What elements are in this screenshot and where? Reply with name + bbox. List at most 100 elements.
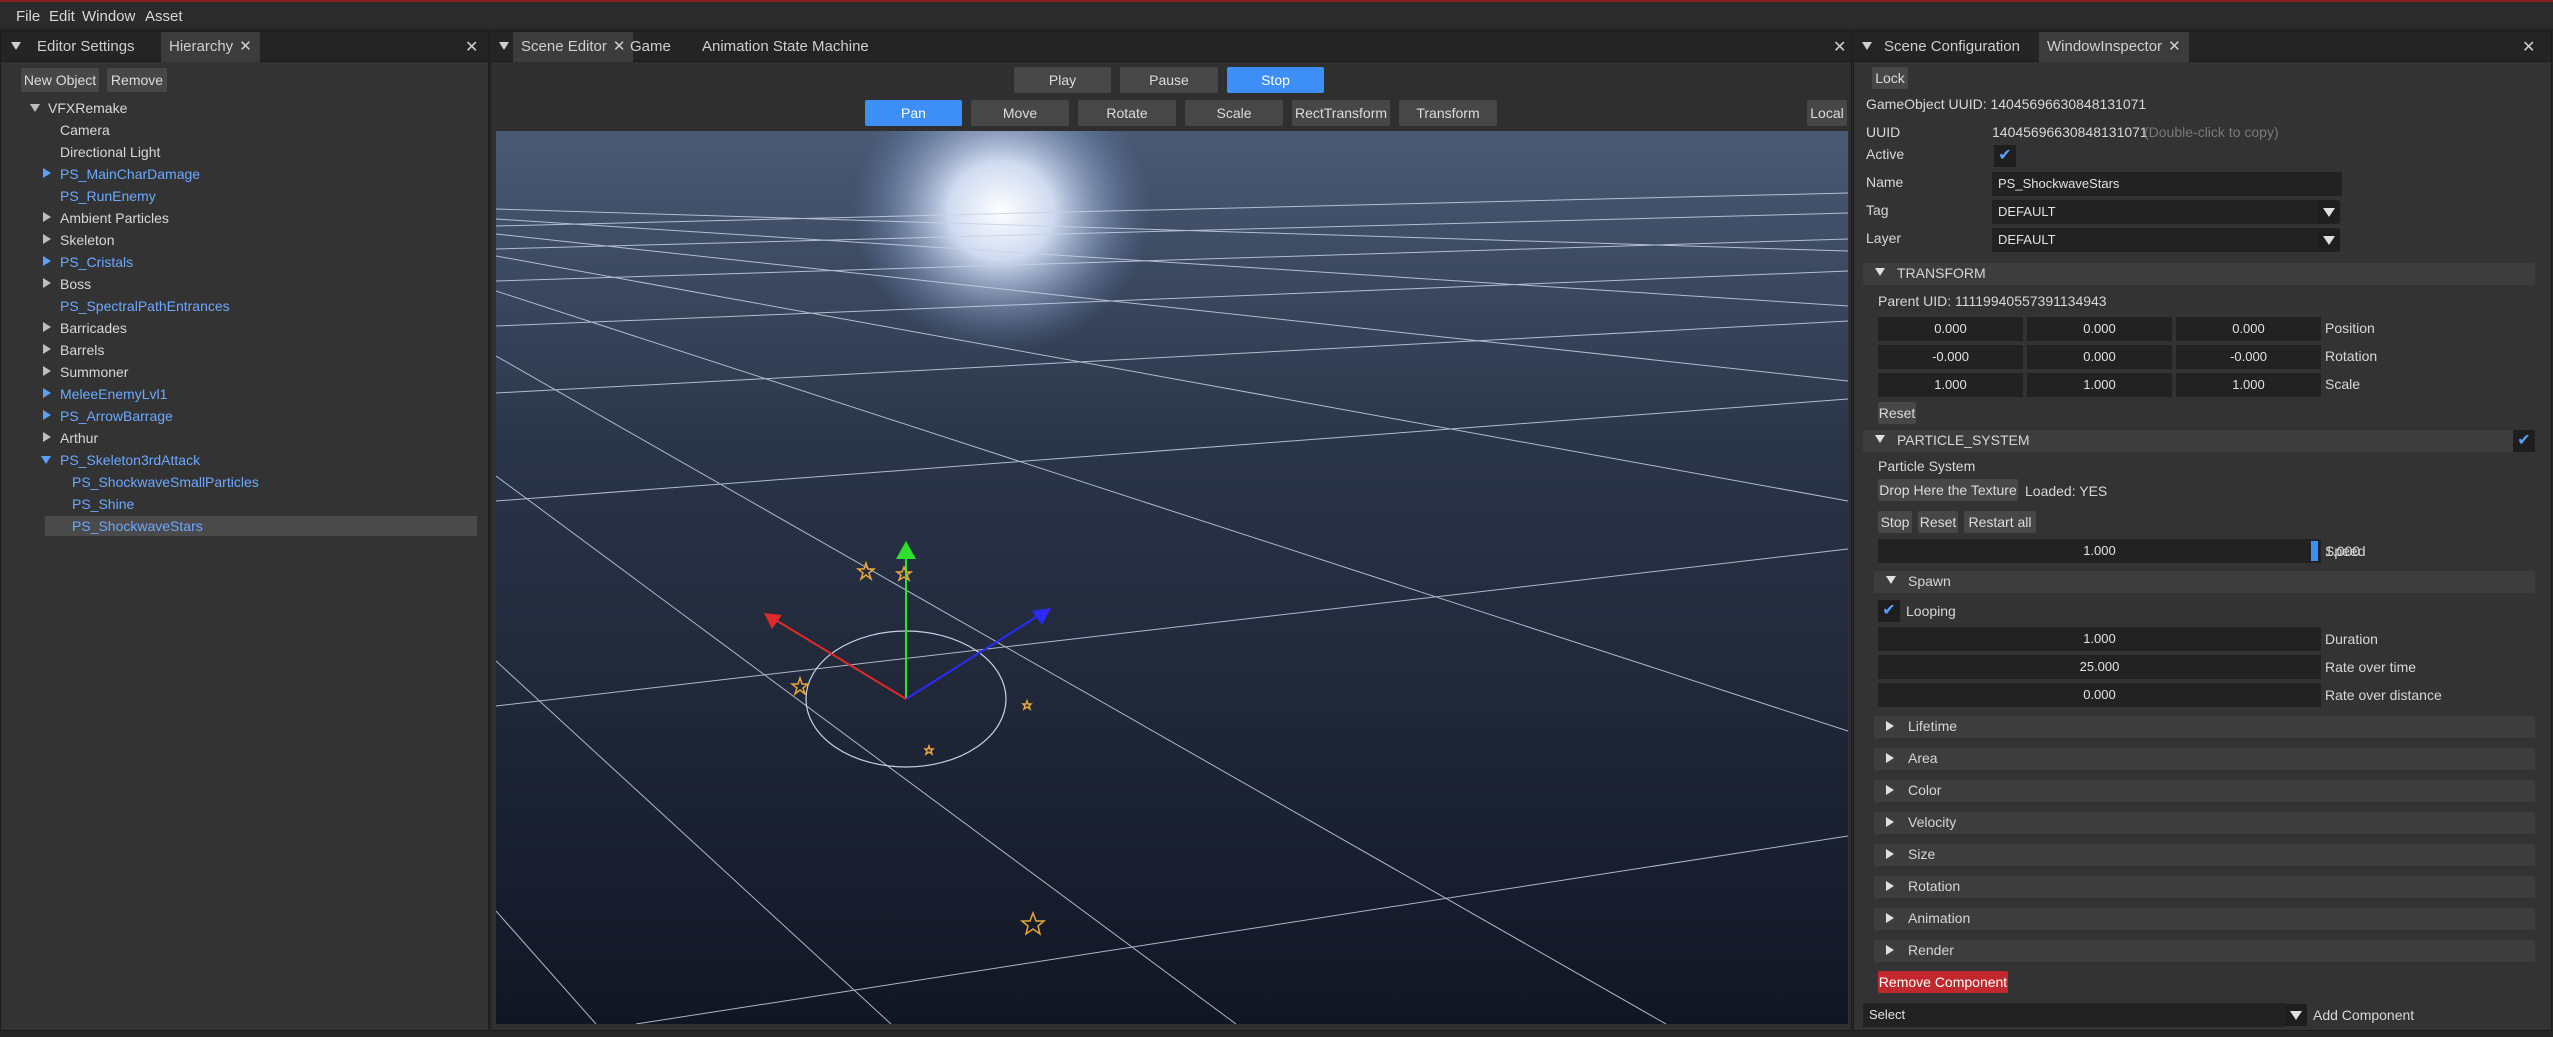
rect-transform-tool-button[interactable]: RectTransform — [1292, 100, 1390, 126]
tree-item[interactable]: Summoner — [60, 362, 128, 382]
expand-icon[interactable] — [43, 344, 51, 354]
close-icon[interactable]: ✕ — [2168, 38, 2181, 55]
pause-button[interactable]: Pause — [1120, 67, 1218, 93]
particle-stop-button[interactable]: Stop — [1878, 511, 1912, 533]
spawn-header[interactable]: Spawn — [1874, 571, 2535, 593]
expand-icon[interactable] — [43, 322, 51, 332]
tab-window-inspector[interactable]: WindowInspector ✕ — [2039, 32, 2189, 62]
pan-tool-button[interactable]: Pan — [865, 100, 962, 126]
position-z[interactable]: 0.000 — [2176, 317, 2321, 341]
tag-select[interactable]: DEFAULT — [1992, 200, 2338, 224]
close-panel-icon[interactable]: ✕ — [2522, 37, 2535, 57]
expand-icon[interactable] — [43, 410, 51, 420]
tab-game[interactable]: Game — [622, 32, 679, 62]
transform-header[interactable]: TRANSFORM — [1863, 263, 2535, 285]
layer-select[interactable]: DEFAULT — [1992, 228, 2338, 252]
tree-item[interactable]: Camera — [60, 120, 110, 140]
tab-editor-settings[interactable]: Editor Settings — [29, 32, 143, 62]
scene-viewport[interactable] — [496, 131, 1848, 1024]
expand-icon[interactable] — [41, 456, 51, 464]
scale-tool-button[interactable]: Scale — [1185, 100, 1283, 126]
expand-icon[interactable] — [43, 212, 51, 222]
chevron-down-icon[interactable] — [2318, 201, 2340, 223]
menu-file[interactable]: File — [16, 8, 40, 25]
expand-icon[interactable] — [43, 278, 51, 288]
component-select[interactable]: Select — [1863, 1003, 2285, 1027]
position-y[interactable]: 0.000 — [2027, 317, 2172, 341]
name-input[interactable]: PS_ShockwaveStars — [1992, 172, 2342, 196]
tree-item[interactable]: PS_ArrowBarrage — [60, 406, 173, 426]
stop-button[interactable]: Stop — [1227, 67, 1324, 93]
module-size[interactable]: Size — [1874, 844, 2535, 866]
tree-item[interactable]: PS_Skeleton3rdAttack — [60, 450, 200, 470]
tree-item[interactable]: PS_MainCharDamage — [60, 164, 200, 184]
rotation-y[interactable]: 0.000 — [2027, 345, 2172, 369]
module-animation[interactable]: Animation — [1874, 908, 2535, 930]
menu-edit[interactable]: Edit — [49, 8, 75, 25]
module-velocity[interactable]: Velocity — [1874, 812, 2535, 834]
tree-item[interactable]: PS_Shine — [72, 494, 134, 514]
component-enabled-checkbox[interactable]: ✔ — [2513, 430, 2535, 452]
expand-icon[interactable] — [43, 432, 51, 442]
module-rotation[interactable]: Rotation — [1874, 876, 2535, 898]
tree-item-root[interactable]: VFXRemake — [48, 98, 127, 118]
tree-item[interactable]: Barrels — [60, 340, 104, 360]
module-lifetime[interactable]: Lifetime — [1874, 716, 2535, 738]
chevron-down-icon[interactable] — [2285, 1004, 2307, 1026]
active-checkbox[interactable]: ✔ — [1994, 145, 2016, 167]
position-x[interactable]: 0.000 — [1878, 317, 2023, 341]
tree-item[interactable]: Boss — [60, 274, 91, 294]
rotation-z[interactable]: -0.000 — [2176, 345, 2321, 369]
tab-animation-state-machine[interactable]: Animation State Machine — [694, 32, 877, 62]
new-object-button[interactable]: New Object — [21, 68, 99, 92]
add-component-button[interactable]: Add Component — [2313, 1007, 2414, 1023]
module-color[interactable]: Color — [1874, 780, 2535, 802]
scale-x[interactable]: 1.000 — [1878, 373, 2023, 397]
rate-over-distance-input[interactable]: 0.000 — [1878, 683, 2321, 707]
collapse-icon[interactable] — [1862, 42, 1872, 50]
speed-slider-handle[interactable] — [2311, 541, 2318, 561]
collapse-icon[interactable] — [499, 42, 509, 50]
expand-icon[interactable] — [43, 388, 51, 398]
tree-item[interactable]: PS_RunEnemy — [60, 186, 156, 206]
looping-checkbox[interactable]: ✔ — [1878, 600, 1900, 622]
remove-component-button[interactable]: Remove Component — [1878, 971, 2008, 993]
expand-icon[interactable] — [30, 104, 40, 112]
uuid-value[interactable]: 14045696630848131071 — [1992, 124, 2148, 140]
tab-scene-configuration[interactable]: Scene Configuration — [1876, 32, 2028, 62]
close-panel-icon[interactable]: ✕ — [1833, 37, 1846, 57]
scale-z[interactable]: 1.000 — [2176, 373, 2321, 397]
speed-slider[interactable]: 1.000 — [1878, 539, 2321, 563]
rate-over-time-input[interactable]: 25.000 — [1878, 655, 2321, 679]
tree-item[interactable]: Ambient Particles — [60, 208, 169, 228]
close-panel-icon[interactable]: ✕ — [465, 37, 478, 57]
tree-item-selected[interactable]: PS_ShockwaveStars — [72, 516, 203, 536]
tab-hierarchy[interactable]: Hierarchy ✕ — [161, 32, 260, 62]
expand-icon[interactable] — [43, 168, 51, 178]
play-button[interactable]: Play — [1014, 67, 1111, 93]
module-render[interactable]: Render — [1874, 940, 2535, 962]
scale-y[interactable]: 1.000 — [2027, 373, 2172, 397]
tree-item[interactable]: PS_ShockwaveSmallParticles — [72, 472, 259, 492]
module-area[interactable]: Area — [1874, 748, 2535, 770]
transform-tool-button[interactable]: Transform — [1399, 100, 1497, 126]
collapse-icon[interactable] — [11, 42, 21, 50]
particle-reset-button[interactable]: Reset — [1918, 511, 1958, 533]
restart-all-button[interactable]: Restart all — [1964, 511, 2036, 533]
tree-item[interactable]: PS_SpectralPathEntrances — [60, 296, 230, 316]
tree-item[interactable]: Barricades — [60, 318, 127, 338]
lock-button[interactable]: Lock — [1872, 67, 1908, 89]
local-space-toggle[interactable]: Local — [1807, 100, 1847, 126]
chevron-down-icon[interactable] — [2318, 229, 2340, 251]
expand-icon[interactable] — [43, 256, 51, 266]
menu-window[interactable]: Window — [82, 8, 135, 25]
tree-item[interactable]: Directional Light — [60, 142, 160, 162]
tree-item[interactable]: Arthur — [60, 428, 98, 448]
expand-icon[interactable] — [43, 366, 51, 376]
remove-button[interactable]: Remove — [107, 68, 167, 92]
tree-item[interactable]: PS_Cristals — [60, 252, 133, 272]
duration-input[interactable]: 1.000 — [1878, 627, 2321, 651]
move-tool-button[interactable]: Move — [971, 100, 1069, 126]
tree-item[interactable]: MeleeEnemyLvl1 — [60, 384, 167, 404]
rotation-x[interactable]: -0.000 — [1878, 345, 2023, 369]
